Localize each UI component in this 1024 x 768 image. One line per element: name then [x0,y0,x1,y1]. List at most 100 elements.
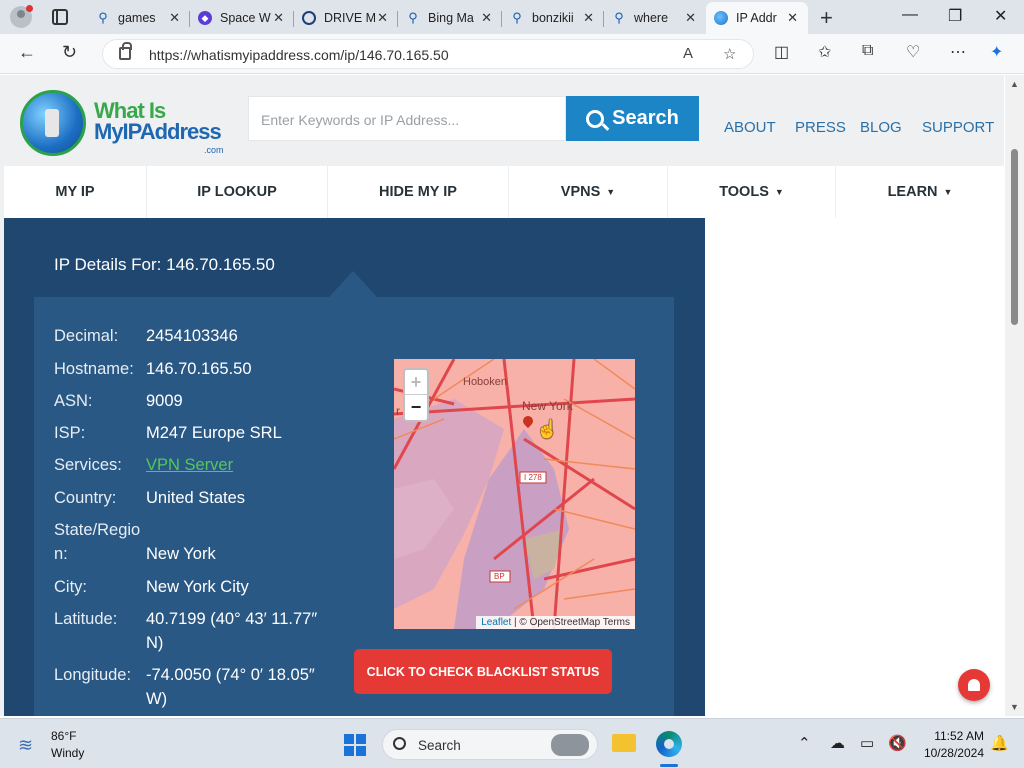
scrollbar-thumb[interactable] [1011,149,1018,325]
nav-item-ip-lookup[interactable]: IP LOOKUP [147,166,328,218]
leaflet-link[interactable]: Leaflet [481,617,511,628]
browser-tab[interactable]: ⚲ games ✕ [88,4,190,32]
taskbar-search[interactable]: Search [382,729,598,760]
map-label-i278: I 278 [524,473,542,482]
show-hidden-icons-chevron-icon[interactable]: ⌃ [798,734,811,752]
more-menu-icon[interactable]: ⋯ [950,42,966,62]
restore-icon[interactable]: ❐ [948,6,962,26]
close-window-icon[interactable]: ✕ [994,6,1007,26]
nav-link-blog[interactable]: BLOG [860,119,902,136]
hand-cursor-icon: ☝ [536,419,559,439]
refresh-icon[interactable]: ↻ [62,42,77,63]
edge-browser-icon[interactable] [656,731,682,757]
back-icon[interactable]: ← [18,42,36,63]
tab-actions-icon[interactable] [52,9,68,25]
services-link[interactable]: VPN Server [146,453,346,477]
file-explorer-icon[interactable] [612,734,636,752]
split-screen-icon[interactable]: ◫ [774,42,789,62]
site-logo[interactable]: What Is MyIPAddress .com [20,90,230,160]
nav-link-support[interactable]: SUPPORT [922,119,994,136]
nav-item-vpns[interactable]: VPNS ▼ [509,166,668,218]
search-icon [586,109,605,128]
nav-item-tools[interactable]: TOOLS ▼ [668,166,836,218]
detail-label: Longitude: [54,666,132,684]
lock-icon[interactable] [119,42,132,60]
zoom-out-button[interactable]: − [405,395,427,420]
profile-avatar-icon[interactable] [10,5,33,28]
tab-title: Space W [220,11,271,25]
nav-item-hide-my-ip[interactable]: HIDE MY IP [328,166,509,218]
dropdown-caret-icon: ▼ [774,187,784,197]
detail-value: 2454103346 [146,327,238,345]
address-bar[interactable]: https://whatismyipaddress.com/ip/146.70.… [102,39,754,69]
location-map[interactable]: Hoboken r City New York I 278 BP + − ☝ L… [394,359,635,629]
browser-tab[interactable]: ⚲ bonzikii ✕ [502,4,604,32]
scroll-down-icon[interactable]: ▼ [1010,702,1019,712]
search-button[interactable]: Search [566,96,699,141]
dropdown-caret-icon: ▼ [943,187,953,197]
nav-item-learn[interactable]: LEARN ▼ [836,166,1004,218]
weather-temperature[interactable]: 86°F [51,729,76,743]
close-tab-icon[interactable]: ✕ [169,10,180,26]
volume-icon[interactable]: 🔇 [888,734,907,752]
close-tab-icon[interactable]: ✕ [377,10,388,26]
search-icon: ⚲ [614,10,624,25]
check-blacklist-button[interactable]: CLICK TO CHECK BLACKLIST STATUS [354,649,612,694]
ip-details-card: Decimal: 2454103346 Hostname: 146.70.165… [34,297,674,716]
nav-item-label: TOOLS [719,184,769,200]
tab-title: IP Addr [736,11,777,25]
search-icon: ⚲ [512,10,522,25]
notification-bell-button[interactable] [958,669,990,701]
browser-tab[interactable]: ⚲ where ✕ [604,4,706,32]
scroll-up-icon[interactable]: ▲ [1010,79,1019,89]
clock-time[interactable]: 11:52 AM [928,729,984,743]
close-tab-icon[interactable]: ✕ [273,10,284,26]
osm-attribution[interactable]: | © OpenStreetMap Terms [511,617,630,628]
nav-item-label: LEARN [887,184,938,200]
page-scrollbar[interactable]: ▲ ▼ [1005,75,1024,716]
browser-essentials-icon[interactable]: ♡ [906,42,920,62]
nav-item-label: MY IP [55,184,95,200]
map-label-bp: BP [494,572,505,581]
detail-value: United States [146,489,246,507]
browser-tab-active[interactable]: IP Addr ✕ [706,2,808,34]
search-icon: ⚲ [98,10,108,25]
minimize-icon[interactable]: — [902,6,918,24]
notification-dot [26,5,33,12]
copilot-icon[interactable]: ✦ [990,42,1003,62]
detail-label: Hostname: [54,360,134,378]
new-tab-icon[interactable]: + [820,5,833,31]
browser-tab[interactable]: DRIVE M ✕ [294,4,398,32]
nav-link-about[interactable]: ABOUT [724,119,776,136]
clock-date[interactable]: 10/28/2024 [916,746,984,760]
nav-item-my-ip[interactable]: MY IP [4,166,147,218]
close-tab-icon[interactable]: ✕ [787,10,798,26]
wind-weather-icon[interactable]: ≋ [18,735,33,756]
notification-bell-icon[interactable]: 🔔 [990,734,1009,752]
start-button-icon[interactable] [344,734,366,756]
favorite-star-icon[interactable]: ☆ [723,45,736,63]
zoom-in-button[interactable]: + [405,370,427,395]
favorites-icon[interactable]: ✩ [818,42,831,62]
nav-item-label: IP LOOKUP [197,184,277,200]
main-nav: MY IP IP LOOKUP HIDE MY IP VPNS ▼ TOOLS ▼ … [4,166,1004,218]
url-text[interactable]: https://whatismyipaddress.com/ip/146.70.… [149,47,449,63]
nav-link-press[interactable]: PRESS [795,119,846,136]
display-icon[interactable]: ▭ [860,734,874,752]
read-aloud-icon[interactable]: A [683,45,693,62]
tab-title: games [118,11,156,25]
detail-label: State/Region: [54,521,141,563]
detail-value: -74.0050 (74° 0′ 18.05″ W) [146,666,315,708]
browser-tab[interactable]: ⚲ Bing Ma ✕ [398,4,502,32]
onedrive-icon[interactable]: ☁ [830,734,845,752]
globe-logo-icon [20,90,86,156]
search-input[interactable]: Enter Keywords or IP Address... [248,96,566,141]
weather-description[interactable]: Windy [51,746,84,760]
collections-icon[interactable]: ⧉ [862,42,873,60]
close-tab-icon[interactable]: ✕ [685,10,696,26]
close-tab-icon[interactable]: ✕ [583,10,594,26]
browser-tab[interactable]: ◆ Space W ✕ [190,4,294,32]
close-tab-icon[interactable]: ✕ [481,10,492,26]
map-zoom-control: + − [403,368,429,422]
logo-suffix: .com [204,145,224,155]
